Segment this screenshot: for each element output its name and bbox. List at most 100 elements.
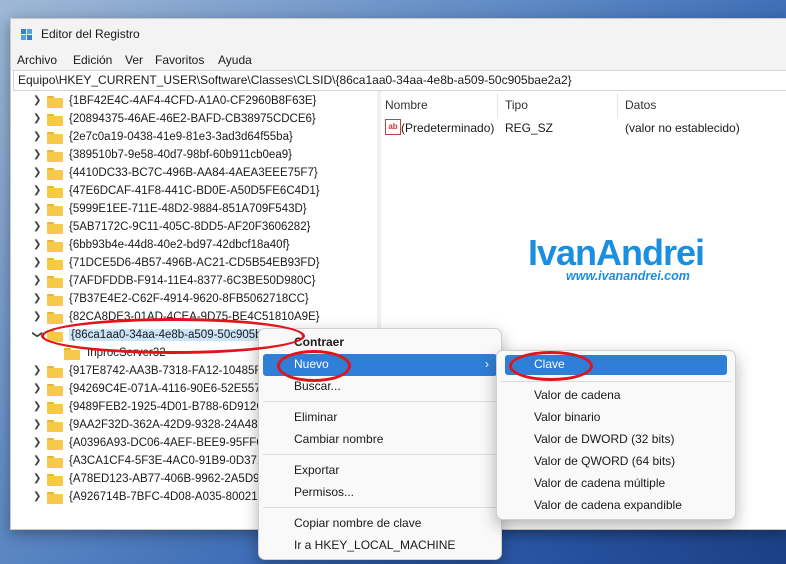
- folder-open-icon: [47, 330, 63, 342]
- chevron-right-icon[interactable]: ❯: [33, 167, 41, 178]
- chevron-right-icon[interactable]: ❯: [33, 149, 41, 160]
- folder-icon: [47, 258, 63, 270]
- menu-bar: Archivo Edición Ver Favoritos Ayuda: [11, 49, 786, 71]
- tree-item[interactable]: ❯ {1BF42E4C-4AF4-4CFD-A1A0-CF2960B8F63E}: [11, 93, 377, 111]
- column-divider[interactable]: [497, 93, 498, 119]
- menu-item-copiar-nombre[interactable]: Copiar nombre de clave: [259, 513, 501, 535]
- tree-item[interactable]: ❯ {5AB7172C-9C11-405C-8DD5-AF20F3606282}: [11, 219, 377, 237]
- tree-item[interactable]: ❯ {4410DC33-BC7C-496B-AA84-4AEA3EEE75F7}: [11, 165, 377, 183]
- menu-separator: [501, 381, 731, 382]
- tree-item[interactable]: ❯ {389510b7-9e58-40d7-98bf-60b911cb0ea9}: [11, 147, 377, 165]
- folder-icon: [47, 276, 63, 288]
- submenu-item-expandible[interactable]: Valor de cadena expandible: [497, 495, 735, 517]
- menu-item-ir-hklm[interactable]: Ir a HKEY_LOCAL_MACHINE: [259, 535, 501, 557]
- window-title: Editor del Registro: [41, 27, 140, 41]
- chevron-right-icon[interactable]: ❯: [33, 365, 41, 376]
- chevron-right-icon[interactable]: ❯: [33, 383, 41, 394]
- tree-item[interactable]: ❯ {82CA8DE3-01AD-4CEA-9D75-BE4C51810A9E}: [11, 309, 377, 327]
- title-bar[interactable]: Editor del Registro: [11, 19, 786, 49]
- folder-icon: [47, 384, 63, 396]
- folder-icon: [47, 294, 63, 306]
- folder-icon: [47, 186, 63, 198]
- folder-icon: [47, 168, 63, 180]
- chevron-right-icon[interactable]: ❯: [33, 113, 41, 124]
- column-divider[interactable]: [617, 93, 618, 119]
- submenu-item-binario[interactable]: Valor binario: [497, 407, 735, 429]
- context-menu: Contraer Nuevo › Buscar... Eliminar Cambi…: [258, 328, 502, 560]
- tree-item[interactable]: ❯ {6bb93b4e-44d8-40e2-bd97-42dbcf18a40f}: [11, 237, 377, 255]
- folder-icon: [47, 132, 63, 144]
- menu-item-exportar[interactable]: Exportar: [259, 460, 501, 482]
- chevron-right-icon[interactable]: ❯: [33, 473, 41, 484]
- submenu-item-clave[interactable]: Clave: [505, 355, 727, 375]
- chevron-right-icon[interactable]: ❯: [33, 293, 41, 304]
- chevron-right-icon[interactable]: ❯: [33, 221, 41, 232]
- chevron-right-icon[interactable]: ❯: [33, 455, 41, 466]
- folder-icon: [47, 474, 63, 486]
- folder-icon: [47, 456, 63, 468]
- chevron-right-icon: ›: [485, 357, 489, 371]
- menu-ayuda[interactable]: Ayuda: [218, 53, 252, 67]
- submenu-item-cadena[interactable]: Valor de cadena: [497, 385, 735, 407]
- column-name[interactable]: Nombre: [385, 98, 428, 112]
- folder-icon: [47, 420, 63, 432]
- column-type[interactable]: Tipo: [505, 98, 528, 112]
- menu-item-nuevo[interactable]: Nuevo ›: [263, 354, 497, 376]
- chevron-right-icon[interactable]: ❯: [33, 275, 41, 286]
- chevron-right-icon[interactable]: ❯: [33, 257, 41, 268]
- tree-item[interactable]: ❯ {20894375-46AE-46E2-BAFD-CB38975CDCE6}: [11, 111, 377, 129]
- menu-item-buscar[interactable]: Buscar...: [259, 376, 501, 398]
- folder-icon: [47, 492, 63, 504]
- folder-icon: [47, 240, 63, 252]
- folder-icon: [64, 348, 80, 360]
- tree-item[interactable]: ❯ {71DCE5D6-4B57-496B-AC21-CD5B54EB93FD}: [11, 255, 377, 273]
- chevron-right-icon[interactable]: ❯: [33, 131, 41, 142]
- address-bar[interactable]: Equipo\HKEY_CURRENT_USER\Software\Classe…: [13, 70, 786, 91]
- folder-icon: [47, 114, 63, 126]
- menu-item-permisos[interactable]: Permisos...: [259, 482, 501, 504]
- submenu-item-dword[interactable]: Valor de DWORD (32 bits): [497, 429, 735, 451]
- submenu-item-multiple[interactable]: Valor de cadena múltiple: [497, 473, 735, 495]
- submenu-item-qword[interactable]: Valor de QWORD (64 bits): [497, 451, 735, 473]
- chevron-right-icon[interactable]: ❯: [33, 311, 41, 322]
- chevron-right-icon[interactable]: ❯: [33, 419, 41, 430]
- menu-item-cambiar-nombre[interactable]: Cambiar nombre: [259, 429, 501, 451]
- chevron-right-icon[interactable]: ❯: [33, 401, 41, 412]
- menu-item-contraer[interactable]: Contraer: [259, 332, 501, 354]
- menu-item-eliminar[interactable]: Eliminar: [259, 407, 501, 429]
- value-name[interactable]: (Predeterminado): [401, 121, 494, 135]
- folder-icon: [47, 222, 63, 234]
- watermark-url: www.ivanandrei.com: [566, 269, 690, 283]
- menu-favoritos[interactable]: Favoritos: [155, 53, 204, 67]
- folder-icon: [47, 96, 63, 108]
- chevron-right-icon[interactable]: ❯: [33, 239, 41, 250]
- chevron-right-icon[interactable]: ❯: [33, 491, 41, 502]
- folder-icon: [47, 150, 63, 162]
- watermark-brand: IvanAndrei: [528, 232, 705, 273]
- tree-item[interactable]: ❯ {5999E1EE-711E-48D2-9884-851A709F543D}: [11, 201, 377, 219]
- folder-icon: [47, 438, 63, 450]
- chevron-right-icon[interactable]: ❯: [33, 185, 41, 196]
- string-value-icon: ab: [385, 119, 401, 135]
- chevron-right-icon[interactable]: ❯: [33, 95, 41, 106]
- tree-item[interactable]: ❯ {47E6DCAF-41F8-441C-BD0E-A50D5FE6C4D1}: [11, 183, 377, 201]
- tree-item[interactable]: ❯ {7B37E4E2-C62F-4914-9620-8FB5062718CC}: [11, 291, 377, 309]
- menu-separator: [263, 507, 497, 508]
- value-type[interactable]: REG_SZ: [505, 121, 553, 135]
- submenu-nuevo: Clave Valor de cadena Valor binario Valo…: [496, 350, 736, 520]
- chevron-down-icon[interactable]: ❯: [32, 330, 43, 338]
- menu-edicion[interactable]: Edición: [73, 53, 112, 67]
- value-data[interactable]: (valor no establecido): [625, 121, 740, 135]
- folder-icon: [47, 366, 63, 378]
- menu-archivo[interactable]: Archivo: [17, 53, 57, 67]
- tree-item[interactable]: ❯ {7AFDFDDB-F914-11E4-8377-6C3BE50D980C}: [11, 273, 377, 291]
- tree-item[interactable]: ❯ {2e7c0a19-0438-41e9-81e3-3ad3d64f55ba}: [11, 129, 377, 147]
- menu-ver[interactable]: Ver: [125, 53, 143, 67]
- menu-separator: [263, 401, 497, 402]
- chevron-right-icon[interactable]: ❯: [33, 437, 41, 448]
- folder-icon: [47, 402, 63, 414]
- column-data[interactable]: Datos: [625, 98, 656, 112]
- folder-icon: [47, 312, 63, 324]
- regedit-icon: [21, 29, 32, 40]
- chevron-right-icon[interactable]: ❯: [33, 203, 41, 214]
